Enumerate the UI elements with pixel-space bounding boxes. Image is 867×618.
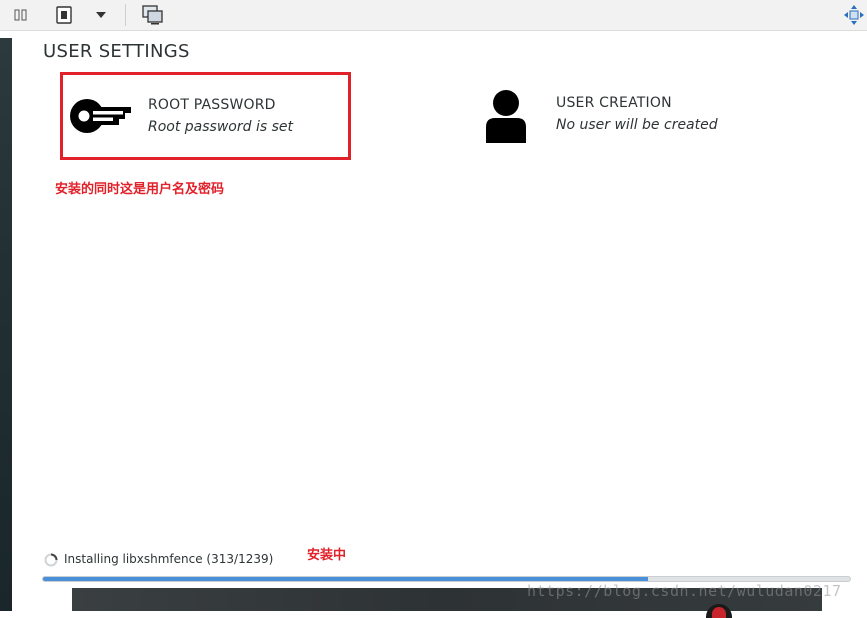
key-icon [67, 94, 133, 138]
fit-window-icon[interactable] [842, 5, 866, 25]
root-password-status: Root password is set [148, 119, 293, 135]
section-title: USER SETTINGS [43, 41, 190, 62]
console-icon[interactable] [141, 5, 165, 25]
dropdown-arrow-icon[interactable] [90, 5, 112, 25]
root-password-spoke[interactable]: ROOT PASSWORD Root password is set [60, 72, 351, 160]
installer-background-strip [0, 38, 12, 611]
user-creation-spoke[interactable]: USER CREATION No user will be created [484, 88, 744, 148]
progress-bar-fill [43, 577, 649, 581]
spinner-icon [44, 552, 58, 567]
watermark-text: https://blog.csdn.net/wuludan0217 [527, 582, 842, 600]
user-creation-title: USER CREATION [556, 95, 672, 111]
vm-toolbar [0, 0, 867, 31]
screen-icon[interactable] [53, 5, 75, 25]
root-password-title: ROOT PASSWORD [148, 97, 276, 113]
progress-label: Installing libxshmfence (313/1239) [64, 552, 274, 566]
pause-icon[interactable] [10, 5, 32, 25]
user-icon [484, 89, 528, 143]
toolbar-separator [125, 4, 126, 26]
user-creation-status: No user will be created [556, 117, 718, 133]
root-password-annotation: 安装的同时这是用户名及密码 [55, 182, 225, 197]
installing-annotation: 安装中 [307, 548, 347, 563]
